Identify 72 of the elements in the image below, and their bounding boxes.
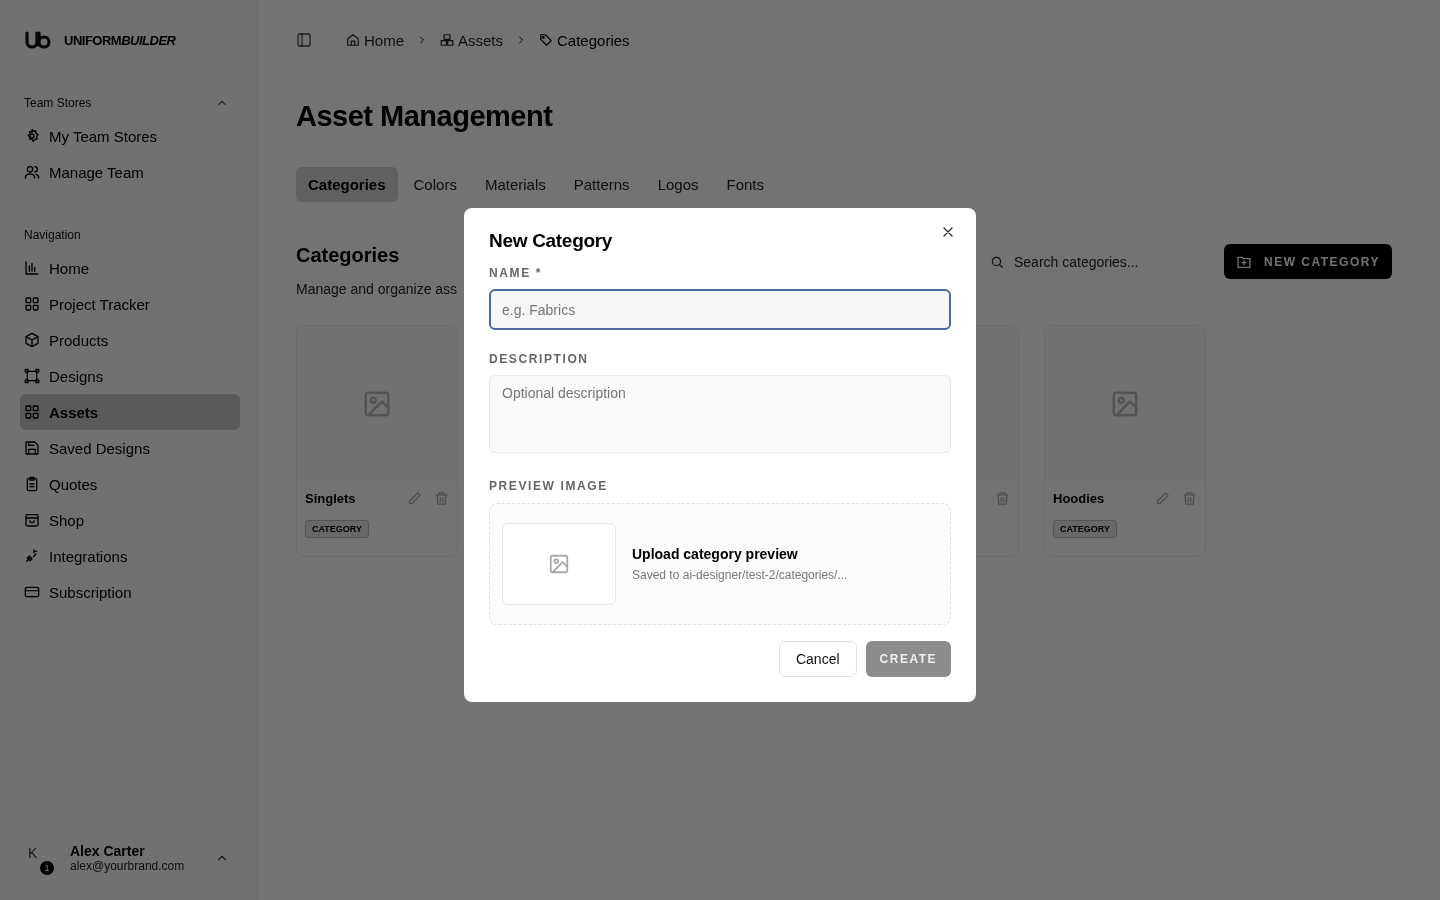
search-icon xyxy=(990,255,1004,269)
pencil-icon xyxy=(407,491,422,506)
boxes-icon xyxy=(440,33,454,47)
user-name: Alex Carter xyxy=(70,843,146,859)
upload-hint: Saved to ai-designer/test-2/categories/... xyxy=(632,568,848,582)
tab[interactable]: Logos xyxy=(645,167,711,202)
cube-icon xyxy=(24,332,40,348)
field-label: NAME * xyxy=(489,266,543,280)
sidebar-item[interactable]: Shop xyxy=(20,502,240,538)
card-title: Singlets xyxy=(305,491,356,506)
category-tag: CATEGORY xyxy=(1053,520,1117,538)
card-icon xyxy=(24,584,40,600)
upload-title: Upload category preview xyxy=(632,546,799,562)
category-tag: CATEGORY xyxy=(305,520,369,538)
tab[interactable]: Colors xyxy=(401,167,469,202)
name-field[interactable]: e.g. Fabrics xyxy=(489,289,951,330)
user-avatar[interactable]: K 1 xyxy=(24,841,56,875)
section-description: Manage and organize ass xyxy=(296,281,458,297)
page-title: Asset Management xyxy=(296,100,554,133)
user-email: alex@yourbrand.com xyxy=(70,859,185,873)
sidebar-item[interactable]: Assets xyxy=(20,394,240,430)
new-category-button[interactable]: NEW CATEGORY xyxy=(1224,244,1392,279)
plug-icon xyxy=(24,548,40,564)
section-title: Navigation xyxy=(24,228,81,242)
field-label: PREVIEW IMAGE xyxy=(489,479,609,493)
save-icon xyxy=(24,440,40,456)
search-field[interactable]: Search categories... xyxy=(1014,254,1194,270)
sidebar-item[interactable]: Manage Team xyxy=(20,154,240,190)
brand-name: UNIFORMBUILDER xyxy=(64,32,176,48)
tab[interactable]: Materials xyxy=(472,167,558,202)
image-icon xyxy=(548,553,570,575)
tag-icon xyxy=(539,33,554,47)
sidebar-item[interactable]: Home xyxy=(20,250,240,286)
sidebar-item[interactable]: Quotes xyxy=(20,466,240,502)
sidebar-item[interactable]: Products xyxy=(20,322,240,358)
grid-icon xyxy=(24,404,40,420)
pencil-icon xyxy=(1155,491,1170,506)
trash-icon xyxy=(995,491,1010,506)
breadcrumb-link[interactable]: Categories xyxy=(539,31,630,49)
description-field[interactable]: Optional description xyxy=(489,375,951,453)
grid-icon xyxy=(24,296,40,312)
sidebar-item[interactable]: Designs xyxy=(20,358,240,394)
dialog-title: New Category xyxy=(489,230,614,252)
breadcrumb-link[interactable]: Home xyxy=(346,31,404,49)
section-title: Categories xyxy=(296,244,401,267)
sidebar-toggle-icon xyxy=(296,32,312,48)
sidebar-item[interactable]: Project Tracker xyxy=(20,286,240,322)
breadcrumb-link[interactable]: Assets xyxy=(440,31,504,49)
frame-icon xyxy=(24,368,40,384)
card-title: Hoodies xyxy=(1053,491,1105,506)
bar-chart-icon xyxy=(24,260,40,276)
category-card[interactable]: Hoodies CATEGORY xyxy=(1044,325,1206,557)
trash-icon xyxy=(1182,491,1197,506)
sidebar-item[interactable]: Saved Designs xyxy=(20,430,240,466)
sidebar-item[interactable]: Subscription xyxy=(20,574,240,610)
sidebar-item[interactable]: My Team Stores xyxy=(20,118,240,154)
sidebar-item[interactable]: Integrations xyxy=(20,538,240,574)
notification-badge: 1 xyxy=(40,861,54,875)
trash-icon xyxy=(434,491,449,506)
tab[interactable]: Patterns xyxy=(561,167,642,202)
category-card[interactable]: Singlets CATEGORY xyxy=(296,325,458,557)
bag-icon xyxy=(24,512,40,528)
cancel-button[interactable]: Cancel xyxy=(778,641,857,677)
gear-icon xyxy=(24,128,40,144)
section-title: Team Stores xyxy=(24,96,92,110)
field-label: DESCRIPTION xyxy=(489,352,590,366)
tab[interactable]: Categories xyxy=(296,167,398,202)
tab[interactable]: Fonts xyxy=(714,167,776,202)
upload-area[interactable]: Upload category preview Saved to ai-designer/test-2/categories/... xyxy=(489,503,951,625)
home-icon xyxy=(346,33,360,47)
clipboard-icon xyxy=(24,476,40,492)
users-icon xyxy=(24,164,40,180)
